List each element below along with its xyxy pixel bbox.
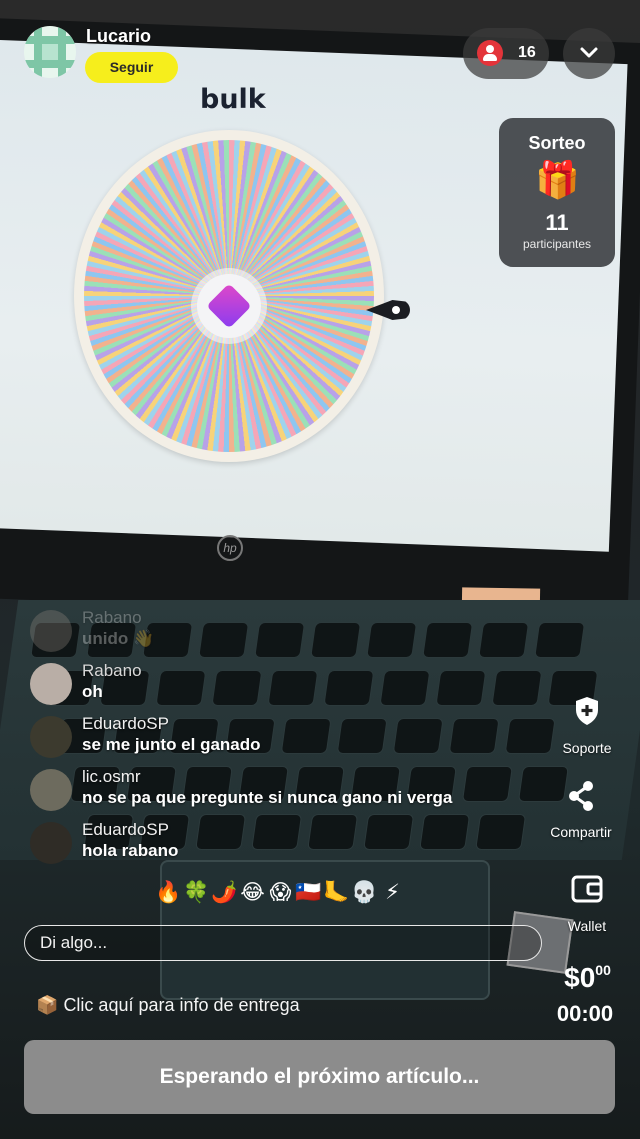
host-avatar[interactable] [24,26,76,78]
chat-username: lic.osmr [82,767,141,786]
share-icon [569,781,593,811]
chat-username: Rabano [82,661,142,680]
participant-count: 11 [545,210,569,235]
current-price: $000 [540,962,635,994]
chat-avatar[interactable] [30,822,72,864]
chat-text: hola rabano [82,841,179,860]
chat-avatar[interactable] [30,663,72,705]
wheel-hub [197,274,261,338]
fire-reaction[interactable]: 🔥 [155,878,182,908]
price-cents: 00 [595,962,611,978]
user-icon [477,40,503,66]
reaction-bar: 🔥 🍀 🌶️ 😂 😱 🇨🇱 🦶 💀 ⚡ [155,878,406,908]
chat-avatar[interactable] [30,769,72,811]
chat-avatar [30,610,72,652]
chile-flag-reaction[interactable]: 🇨🇱 [295,878,322,908]
support-label: Soporte [562,740,612,756]
shield-plus-icon [576,697,598,725]
scream-reaction[interactable]: 😱 [267,878,294,908]
chat-avatar[interactable] [30,716,72,758]
delivery-info-link[interactable]: 📦 Clic aquí para info de entrega [36,995,300,1016]
chat-text: se me junto el ganado [82,735,261,754]
wallet-icon [571,875,603,903]
wallet-label: Wallet [567,918,607,934]
viewer-count-badge[interactable]: 16 [463,28,549,79]
viewer-count: 16 [518,44,536,61]
chili-reaction[interactable]: 🌶️ [211,878,238,908]
giveaway-card[interactable]: Sorteo 🎁 11 participantes [499,118,615,267]
chat-username: EduardoSP [82,820,169,839]
auction-timer: 00:00 [556,1001,614,1026]
giveaway-title: Sorteo [528,133,586,153]
chat-text: unido 👋 [82,629,155,648]
waiting-next-item-button[interactable]: Esperando el próximo artículo... [24,1040,615,1114]
chat-input[interactable] [24,925,542,961]
gift-icon: 🎁 [535,159,580,200]
host-username[interactable]: Lucario [86,26,151,47]
share-button[interactable]: Compartir [546,780,616,842]
chat-text: oh [82,682,103,701]
share-label: Compartir [550,824,612,840]
lightning-reaction[interactable]: ⚡ [379,878,406,908]
wheel-pointer-dot [392,306,400,314]
participant-label: participantes [522,237,592,251]
price-main: $0 [564,962,596,993]
foot-reaction[interactable]: 🦶 [323,878,350,908]
collapse-button[interactable] [563,28,615,79]
chat-text: no se pa que pregunte si nunca gano ni v… [82,788,453,807]
hp-logo-icon: hp [217,535,243,561]
chat-username: EduardoSP [82,714,169,733]
support-button[interactable]: Soporte [552,696,622,758]
screen-title: bulk [200,84,266,115]
package-icon: 📦 [36,995,59,1015]
laugh-reaction[interactable]: 😂 [239,878,266,908]
delivery-info-text: Clic aquí para info de entrega [63,995,300,1015]
skull-reaction[interactable]: 💀 [351,878,378,908]
chat-username: Rabano [82,608,142,627]
follow-button[interactable]: Seguir [85,52,178,83]
clover-reaction[interactable]: 🍀 [183,878,210,908]
wheel-logo-icon [206,283,252,329]
chevron-down-icon [580,47,598,58]
wallet-button[interactable]: Wallet [552,872,622,934]
